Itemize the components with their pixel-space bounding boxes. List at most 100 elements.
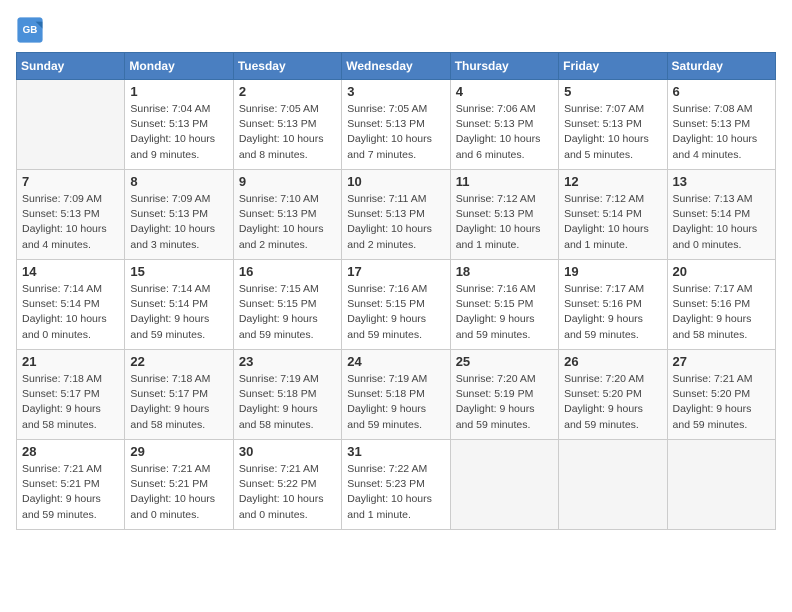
logo-icon: GB xyxy=(16,16,44,44)
day-number: 22 xyxy=(130,354,227,369)
day-number: 27 xyxy=(673,354,770,369)
day-info: Sunrise: 7:10 AM Sunset: 5:13 PM Dayligh… xyxy=(239,192,336,253)
calendar-body: 1Sunrise: 7:04 AM Sunset: 5:13 PM Daylig… xyxy=(17,80,776,530)
calendar-cell: 12 Sunrise: 7:12 AM Sunset: 5:14 PM Dayli… xyxy=(559,170,667,260)
day-number: 21 xyxy=(22,354,119,369)
day-info: Sunrise: 7:16 AM Sunset: 5:15 PM Dayligh… xyxy=(456,282,553,343)
calendar-cell: 30 Sunrise: 7:21 AM Sunset: 5:22 PM Dayli… xyxy=(233,440,341,530)
day-info: Sunrise: 7:09 AM Sunset: 5:13 PM Dayligh… xyxy=(130,192,227,253)
logo: GB xyxy=(16,16,48,44)
day-number: 12 xyxy=(564,174,661,189)
day-info: Sunrise: 7:18 AM Sunset: 5:17 PM Dayligh… xyxy=(22,372,119,433)
day-number: 17 xyxy=(347,264,444,279)
day-info: Sunrise: 7:20 AM Sunset: 5:19 PM Dayligh… xyxy=(456,372,553,433)
calendar-cell xyxy=(559,440,667,530)
calendar-cell: 4 Sunrise: 7:06 AM Sunset: 5:13 PM Daylig… xyxy=(450,80,558,170)
calendar-cell: 7 Sunrise: 7:09 AM Sunset: 5:13 PM Daylig… xyxy=(17,170,125,260)
day-info: Sunrise: 7:13 AM Sunset: 5:14 PM Dayligh… xyxy=(673,192,770,253)
weekday-header-row: SundayMondayTuesdayWednesdayThursdayFrid… xyxy=(17,53,776,80)
week-row-1: 1Sunrise: 7:04 AM Sunset: 5:13 PM Daylig… xyxy=(17,80,776,170)
day-number: 23 xyxy=(239,354,336,369)
day-info: Sunrise: 7:21 AM Sunset: 5:21 PM Dayligh… xyxy=(130,462,227,523)
calendar-cell: 6 Sunrise: 7:08 AM Sunset: 5:13 PM Daylig… xyxy=(667,80,775,170)
calendar-table: SundayMondayTuesdayWednesdayThursdayFrid… xyxy=(16,52,776,530)
day-number: 14 xyxy=(22,264,119,279)
weekday-thursday: Thursday xyxy=(450,53,558,80)
day-number: 1 xyxy=(130,84,227,99)
calendar-cell: 23Sunrise: 7:19 AM Sunset: 5:18 PM Dayli… xyxy=(233,350,341,440)
calendar-cell: 1Sunrise: 7:04 AM Sunset: 5:13 PM Daylig… xyxy=(125,80,233,170)
day-number: 26 xyxy=(564,354,661,369)
calendar-cell xyxy=(667,440,775,530)
calendar-cell: 29 Sunrise: 7:21 AM Sunset: 5:21 PM Dayli… xyxy=(125,440,233,530)
day-number: 11 xyxy=(456,174,553,189)
weekday-wednesday: Wednesday xyxy=(342,53,450,80)
calendar-cell: 21 Sunrise: 7:18 AM Sunset: 5:17 PM Dayli… xyxy=(17,350,125,440)
day-info: Sunrise: 7:20 AM Sunset: 5:20 PM Dayligh… xyxy=(564,372,661,433)
day-number: 30 xyxy=(239,444,336,459)
day-info: Sunrise: 7:06 AM Sunset: 5:13 PM Dayligh… xyxy=(456,102,553,163)
header: GB xyxy=(16,16,776,44)
day-info: Sunrise: 7:17 AM Sunset: 5:16 PM Dayligh… xyxy=(564,282,661,343)
day-info: Sunrise: 7:08 AM Sunset: 5:13 PM Dayligh… xyxy=(673,102,770,163)
calendar-header: SundayMondayTuesdayWednesdayThursdayFrid… xyxy=(17,53,776,80)
calendar-cell: 18 Sunrise: 7:16 AM Sunset: 5:15 PM Dayli… xyxy=(450,260,558,350)
day-number: 20 xyxy=(673,264,770,279)
day-info: Sunrise: 7:12 AM Sunset: 5:13 PM Dayligh… xyxy=(456,192,553,253)
day-number: 7 xyxy=(22,174,119,189)
day-info: Sunrise: 7:17 AM Sunset: 5:16 PM Dayligh… xyxy=(673,282,770,343)
calendar-cell: 28Sunrise: 7:21 AM Sunset: 5:21 PM Dayli… xyxy=(17,440,125,530)
day-number: 5 xyxy=(564,84,661,99)
calendar-cell: 20 Sunrise: 7:17 AM Sunset: 5:16 PM Dayli… xyxy=(667,260,775,350)
calendar-cell: 14 Sunrise: 7:14 AM Sunset: 5:14 PM Dayli… xyxy=(17,260,125,350)
day-info: Sunrise: 7:14 AM Sunset: 5:14 PM Dayligh… xyxy=(130,282,227,343)
day-info: Sunrise: 7:09 AM Sunset: 5:13 PM Dayligh… xyxy=(22,192,119,253)
calendar-cell: 26 Sunrise: 7:20 AM Sunset: 5:20 PM Dayli… xyxy=(559,350,667,440)
day-number: 4 xyxy=(456,84,553,99)
day-info: Sunrise: 7:19 AM Sunset: 5:18 PM Dayligh… xyxy=(347,372,444,433)
day-number: 8 xyxy=(130,174,227,189)
calendar-cell: 16 Sunrise: 7:15 AM Sunset: 5:15 PM Dayli… xyxy=(233,260,341,350)
calendar-cell: 25Sunrise: 7:20 AM Sunset: 5:19 PM Dayli… xyxy=(450,350,558,440)
day-info: Sunrise: 7:21 AM Sunset: 5:21 PM Dayligh… xyxy=(22,462,119,523)
calendar-cell xyxy=(17,80,125,170)
day-number: 15 xyxy=(130,264,227,279)
calendar-cell: 3 Sunrise: 7:05 AM Sunset: 5:13 PM Daylig… xyxy=(342,80,450,170)
calendar-cell: 27 Sunrise: 7:21 AM Sunset: 5:20 PM Dayli… xyxy=(667,350,775,440)
day-number: 24 xyxy=(347,354,444,369)
day-info: Sunrise: 7:21 AM Sunset: 5:20 PM Dayligh… xyxy=(673,372,770,433)
svg-text:GB: GB xyxy=(23,25,38,36)
day-info: Sunrise: 7:05 AM Sunset: 5:13 PM Dayligh… xyxy=(347,102,444,163)
day-number: 29 xyxy=(130,444,227,459)
week-row-5: 28Sunrise: 7:21 AM Sunset: 5:21 PM Dayli… xyxy=(17,440,776,530)
calendar-cell: 11 Sunrise: 7:12 AM Sunset: 5:13 PM Dayli… xyxy=(450,170,558,260)
day-info: Sunrise: 7:18 AM Sunset: 5:17 PM Dayligh… xyxy=(130,372,227,433)
day-number: 6 xyxy=(673,84,770,99)
week-row-4: 21 Sunrise: 7:18 AM Sunset: 5:17 PM Dayli… xyxy=(17,350,776,440)
calendar-cell: 15 Sunrise: 7:14 AM Sunset: 5:14 PM Dayli… xyxy=(125,260,233,350)
day-number: 16 xyxy=(239,264,336,279)
calendar-cell: 22 Sunrise: 7:18 AM Sunset: 5:17 PM Dayli… xyxy=(125,350,233,440)
day-number: 10 xyxy=(347,174,444,189)
calendar-cell: 10 Sunrise: 7:11 AM Sunset: 5:13 PM Dayli… xyxy=(342,170,450,260)
day-info: Sunrise: 7:05 AM Sunset: 5:13 PM Dayligh… xyxy=(239,102,336,163)
day-number: 31 xyxy=(347,444,444,459)
day-info: Sunrise: 7:11 AM Sunset: 5:13 PM Dayligh… xyxy=(347,192,444,253)
weekday-friday: Friday xyxy=(559,53,667,80)
day-info: Sunrise: 7:22 AM Sunset: 5:23 PM Dayligh… xyxy=(347,462,444,523)
day-info: Sunrise: 7:14 AM Sunset: 5:14 PM Dayligh… xyxy=(22,282,119,343)
weekday-sunday: Sunday xyxy=(17,53,125,80)
calendar-cell xyxy=(450,440,558,530)
day-info: Sunrise: 7:12 AM Sunset: 5:14 PM Dayligh… xyxy=(564,192,661,253)
day-number: 18 xyxy=(456,264,553,279)
day-info: Sunrise: 7:15 AM Sunset: 5:15 PM Dayligh… xyxy=(239,282,336,343)
day-number: 2 xyxy=(239,84,336,99)
day-number: 9 xyxy=(239,174,336,189)
day-info: Sunrise: 7:21 AM Sunset: 5:22 PM Dayligh… xyxy=(239,462,336,523)
weekday-monday: Monday xyxy=(125,53,233,80)
calendar-cell: 9 Sunrise: 7:10 AM Sunset: 5:13 PM Daylig… xyxy=(233,170,341,260)
calendar-cell: 5Sunrise: 7:07 AM Sunset: 5:13 PM Daylig… xyxy=(559,80,667,170)
calendar-cell: 19Sunrise: 7:17 AM Sunset: 5:16 PM Dayli… xyxy=(559,260,667,350)
calendar-cell: 24 Sunrise: 7:19 AM Sunset: 5:18 PM Dayli… xyxy=(342,350,450,440)
day-number: 3 xyxy=(347,84,444,99)
